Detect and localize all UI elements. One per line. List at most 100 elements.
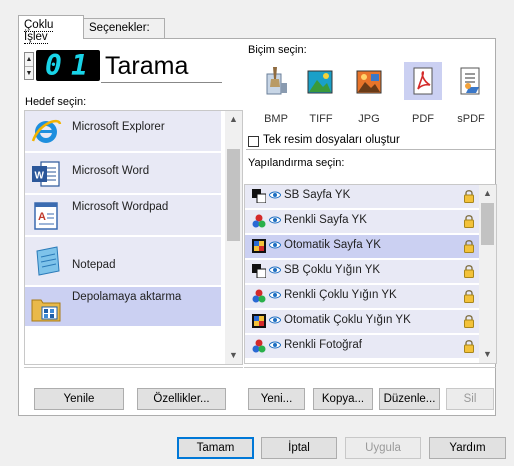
format-label-bmp: BMP xyxy=(264,113,288,125)
format-label: Biçim seçin: xyxy=(248,44,307,56)
configuration-list[interactable]: SB Sayfa YK Renkli Sayfa YK Otomatik Sayfa… xyxy=(244,184,497,364)
lock-icon xyxy=(464,240,474,253)
counter-digit-ones: 1 xyxy=(71,49,88,82)
scroll-up-icon[interactable]: ▲ xyxy=(479,185,496,202)
list-item[interactable]: Renkli Sayfa YK xyxy=(245,210,481,233)
list-item-label: SB Sayfa YK xyxy=(284,189,351,201)
separator xyxy=(246,149,496,150)
eye-icon[interactable] xyxy=(269,216,281,224)
separator xyxy=(244,367,496,368)
spdf-icon xyxy=(460,67,480,95)
destination-list[interactable]: Microsoft Explorer W Microsoft Word A Mi… xyxy=(24,110,243,365)
list-item-label: Otomatik Sayfa YK xyxy=(284,239,381,251)
lock-icon xyxy=(464,340,474,353)
list-item-label: Renkli Sayfa YK xyxy=(284,214,367,226)
storage-icon xyxy=(31,299,61,322)
scroll-thumb[interactable] xyxy=(227,149,240,241)
counter-spinner[interactable]: ▲ ▼ xyxy=(24,52,34,80)
eye-icon[interactable] xyxy=(269,316,281,324)
properties-button[interactable]: Özellikler... xyxy=(137,388,226,410)
list-item-label: Microsoft Wordpad xyxy=(72,201,169,213)
format-label-pdf: PDF xyxy=(412,113,434,125)
destination-scrollbar[interactable]: ▲ ▼ xyxy=(225,111,242,364)
lock-icon xyxy=(464,215,474,228)
list-item[interactable]: Otomatik Çoklu Yığın YK xyxy=(245,310,481,333)
scroll-down-icon[interactable]: ▼ xyxy=(225,347,242,364)
format-pdf-button[interactable] xyxy=(404,62,442,100)
destination-label: Hedef seçin: xyxy=(25,96,87,108)
bmp-icon xyxy=(266,67,287,95)
list-item[interactable]: Renkli Fotoğraf xyxy=(245,335,481,358)
list-item[interactable]: Microsoft Explorer xyxy=(25,111,221,151)
color-mode-icon xyxy=(252,339,266,353)
help-button[interactable]: Yardım xyxy=(429,437,506,459)
auto-mode-icon xyxy=(252,239,266,253)
configuration-label: Yapılandırma seçin: xyxy=(248,157,345,169)
refresh-button[interactable]: Yenile xyxy=(34,388,124,410)
wordpad-icon: A xyxy=(34,202,58,230)
format-label-spdf: sPDF xyxy=(457,113,485,125)
configuration-scrollbar[interactable]: ▲ ▼ xyxy=(479,185,496,363)
svg-text:W: W xyxy=(35,171,45,182)
format-tiff-button[interactable] xyxy=(301,62,339,100)
spin-up-icon[interactable]: ▲ xyxy=(25,53,33,66)
apply-button[interactable]: Uygula xyxy=(345,437,421,459)
list-item[interactable]: Renkli Çoklu Yığın YK xyxy=(245,285,481,308)
lock-icon xyxy=(464,290,474,303)
spin-down-icon[interactable]: ▼ xyxy=(25,66,33,79)
cancel-button[interactable]: İptal xyxy=(261,437,337,459)
color-mode-icon xyxy=(252,289,266,303)
eye-icon[interactable] xyxy=(269,241,281,249)
lock-icon xyxy=(464,190,474,203)
eye-icon[interactable] xyxy=(269,191,281,199)
jpg-icon xyxy=(356,70,382,94)
list-item[interactable]: Notepad xyxy=(25,237,221,285)
eye-icon[interactable] xyxy=(269,291,281,299)
copy-button[interactable]: Kopya... xyxy=(313,388,373,410)
scroll-down-icon[interactable]: ▼ xyxy=(479,346,496,363)
color-mode-icon xyxy=(252,214,266,228)
counter-digit-tens: 0 xyxy=(45,49,62,82)
single-image-checkbox[interactable] xyxy=(248,136,259,147)
eye-icon[interactable] xyxy=(269,341,281,349)
list-item[interactable]: W Microsoft Word xyxy=(25,153,221,193)
list-item-label: Notepad xyxy=(72,259,116,271)
format-jpg-button[interactable] xyxy=(350,62,388,100)
separator xyxy=(24,367,243,368)
single-image-label: Tek resim dosyaları oluştur xyxy=(263,134,400,146)
counter-display: 0 1 xyxy=(36,50,100,81)
list-item[interactable]: SB Çoklu Yığın YK xyxy=(245,260,481,283)
lock-icon xyxy=(464,265,474,278)
list-item-label: Otomatik Çoklu Yığın YK xyxy=(284,314,411,326)
scroll-thumb[interactable] xyxy=(481,203,494,245)
notepad-icon xyxy=(36,246,60,276)
format-spdf-button[interactable] xyxy=(451,62,489,100)
format-label-jpg: JPG xyxy=(358,113,380,125)
lock-icon xyxy=(464,315,474,328)
ok-button[interactable]: Tamam xyxy=(177,437,254,459)
scroll-up-icon[interactable]: ▲ xyxy=(225,111,242,128)
list-item[interactable]: Depolamaya aktarma xyxy=(25,287,221,326)
list-item-label: Microsoft Word xyxy=(72,165,150,177)
list-item-label: Microsoft Explorer xyxy=(72,121,165,133)
new-button[interactable]: Yeni... xyxy=(248,388,305,410)
format-bmp-button[interactable] xyxy=(258,62,296,100)
bw-mode-icon xyxy=(252,189,266,203)
delete-button[interactable]: Sil xyxy=(446,388,494,410)
tiff-icon xyxy=(307,70,333,94)
edit-button[interactable]: Düzenle... xyxy=(379,388,440,410)
bw-mode-icon xyxy=(252,264,266,278)
list-item[interactable]: Otomatik Sayfa YK xyxy=(245,235,481,258)
format-label-tiff: TIFF xyxy=(309,113,333,125)
word-icon: W xyxy=(32,161,60,187)
internet-explorer-icon xyxy=(31,119,62,143)
list-item[interactable]: A Microsoft Wordpad xyxy=(25,195,221,235)
list-item-label: SB Çoklu Yığın YK xyxy=(284,264,381,276)
eye-icon[interactable] xyxy=(269,266,281,274)
pdf-icon xyxy=(413,67,433,95)
list-item-label: Renkli Çoklu Yığın YK xyxy=(284,289,397,301)
page-title: Tarama xyxy=(101,51,222,83)
auto-mode-icon xyxy=(252,314,266,328)
list-item[interactable]: SB Sayfa YK xyxy=(245,185,481,208)
svg-text:A: A xyxy=(38,211,46,223)
